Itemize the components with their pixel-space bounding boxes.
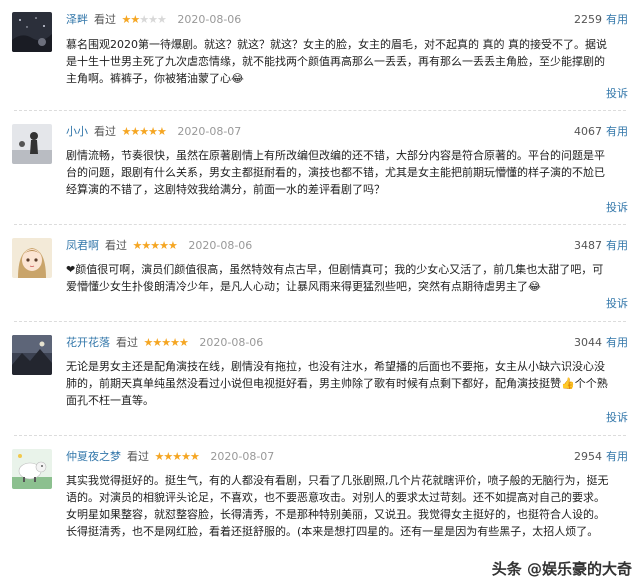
- review-meta: 花开花落 看过 ★★★★★ 2020-08-06: [66, 335, 263, 351]
- star-icon: ★: [148, 125, 158, 138]
- divider: [14, 321, 626, 322]
- star-icon: ★: [181, 450, 191, 463]
- user-avatar[interactable]: [12, 335, 52, 375]
- star-icon: ★: [150, 239, 160, 252]
- silhouette-avatar-icon: [12, 124, 52, 164]
- star-icon: ★: [157, 125, 167, 138]
- vote-count: 2954: [574, 450, 602, 463]
- review-date: 2020-08-06: [199, 336, 264, 349]
- review-date: 2020-08-06: [177, 13, 242, 26]
- watched-label: 看过: [94, 125, 116, 138]
- watched-label: 看过: [94, 13, 116, 26]
- user-avatar[interactable]: [12, 124, 52, 164]
- vote-count: 3044: [574, 336, 602, 349]
- star-icon: ★: [141, 239, 151, 252]
- review-date: 2020-08-07: [177, 125, 242, 138]
- review-text: 慕名围观2020第一待爆剧。就这？就这？就这？女主的脸，女主的眉毛，对不起真的 …: [66, 38, 607, 85]
- star-icon: ★: [157, 13, 167, 26]
- star-icon: ★: [163, 450, 173, 463]
- watched-label: 看过: [105, 239, 127, 252]
- report-link[interactable]: 投诉: [606, 86, 628, 102]
- username-link[interactable]: 凤君啊: [66, 239, 99, 252]
- vote-count: 4067: [574, 125, 602, 138]
- night-sky-avatar-icon: [12, 12, 52, 52]
- review-text: ❤颜值很可啊，演员们颜值很高，虽然特效有点古早，但剧情真可；我的少女心又活了，前…: [66, 263, 604, 293]
- star-icon: ★: [168, 239, 178, 252]
- review-text: 无论是男女主还是配角演技在线，剧情没有拖拉，也没有注水，希望播的后面也不要拖，女…: [66, 360, 608, 407]
- username-link[interactable]: 泽畔: [66, 13, 88, 26]
- useful-button[interactable]: 有用: [606, 13, 628, 26]
- mountain-dusk-avatar-icon: [12, 335, 52, 375]
- report-link[interactable]: 投诉: [606, 200, 628, 216]
- user-avatar[interactable]: [12, 238, 52, 278]
- divider: [14, 110, 626, 111]
- star-icon: ★: [172, 450, 182, 463]
- useful-button[interactable]: 有用: [606, 239, 628, 252]
- watched-label: 看过: [116, 336, 138, 349]
- review-text: 其实我觉得挺好的。挺生气，有的人都没有看剧，只看了几张剧照,几个片花就瞎评价，喷…: [66, 474, 609, 538]
- username-link[interactable]: 仲夏夜之梦: [66, 450, 121, 463]
- user-avatar[interactable]: [12, 449, 52, 489]
- rating-stars: ★★★★★: [122, 125, 167, 138]
- star-icon: ★: [190, 450, 200, 463]
- star-icon: ★: [139, 13, 149, 26]
- vote-area: 3487 有用: [574, 238, 628, 254]
- report-link[interactable]: 投诉: [606, 410, 628, 426]
- vote-area: 3044 有用: [574, 335, 628, 351]
- review-meta: 泽畔 看过 ★★★★★ 2020-08-06: [66, 12, 241, 28]
- vote-area: 2259 有用: [574, 12, 628, 28]
- star-icon: ★: [130, 13, 140, 26]
- divider: [14, 435, 626, 436]
- review-meta: 小小 看过 ★★★★★ 2020-08-07: [66, 124, 241, 140]
- star-icon: ★: [161, 336, 171, 349]
- review-text: 剧情流畅，节奏很快，虽然在原著剧情上有所改编但改编的还不错，大部分内容是符合原著…: [66, 149, 605, 196]
- rating-stars: ★★★★★: [144, 336, 189, 349]
- star-icon: ★: [170, 336, 180, 349]
- review-date: 2020-08-07: [210, 450, 275, 463]
- star-icon: ★: [139, 125, 149, 138]
- cartoon-sheep-avatar-icon: [12, 449, 52, 489]
- star-icon: ★: [130, 125, 140, 138]
- rating-stars: ★★★★★: [122, 13, 167, 26]
- divider: [14, 224, 626, 225]
- useful-button[interactable]: 有用: [606, 125, 628, 138]
- anime-girl-avatar-icon: [12, 238, 52, 278]
- vote-count: 2259: [574, 13, 602, 26]
- star-icon: ★: [179, 336, 189, 349]
- username-link[interactable]: 小小: [66, 125, 88, 138]
- useful-button[interactable]: 有用: [606, 336, 628, 349]
- review-meta: 凤君啊 看过 ★★★★★ 2020-08-06: [66, 238, 252, 254]
- watched-label: 看过: [127, 450, 149, 463]
- review-meta: 仲夏夜之梦 看过 ★★★★★ 2020-08-07: [66, 449, 274, 465]
- vote-area: 4067 有用: [574, 124, 628, 140]
- report-link[interactable]: 投诉: [606, 296, 628, 312]
- rating-stars: ★★★★★: [133, 239, 178, 252]
- review-date: 2020-08-06: [188, 239, 253, 252]
- watermark: 头条 @娱乐豪的大奇: [491, 560, 632, 578]
- rating-stars: ★★★★★: [155, 450, 200, 463]
- useful-button[interactable]: 有用: [606, 450, 628, 463]
- star-icon: ★: [159, 239, 169, 252]
- vote-count: 3487: [574, 239, 602, 252]
- user-avatar[interactable]: [12, 12, 52, 52]
- vote-area: 2954 有用: [574, 449, 628, 465]
- star-icon: ★: [148, 13, 158, 26]
- username-link[interactable]: 花开花落: [66, 336, 110, 349]
- star-icon: ★: [152, 336, 162, 349]
